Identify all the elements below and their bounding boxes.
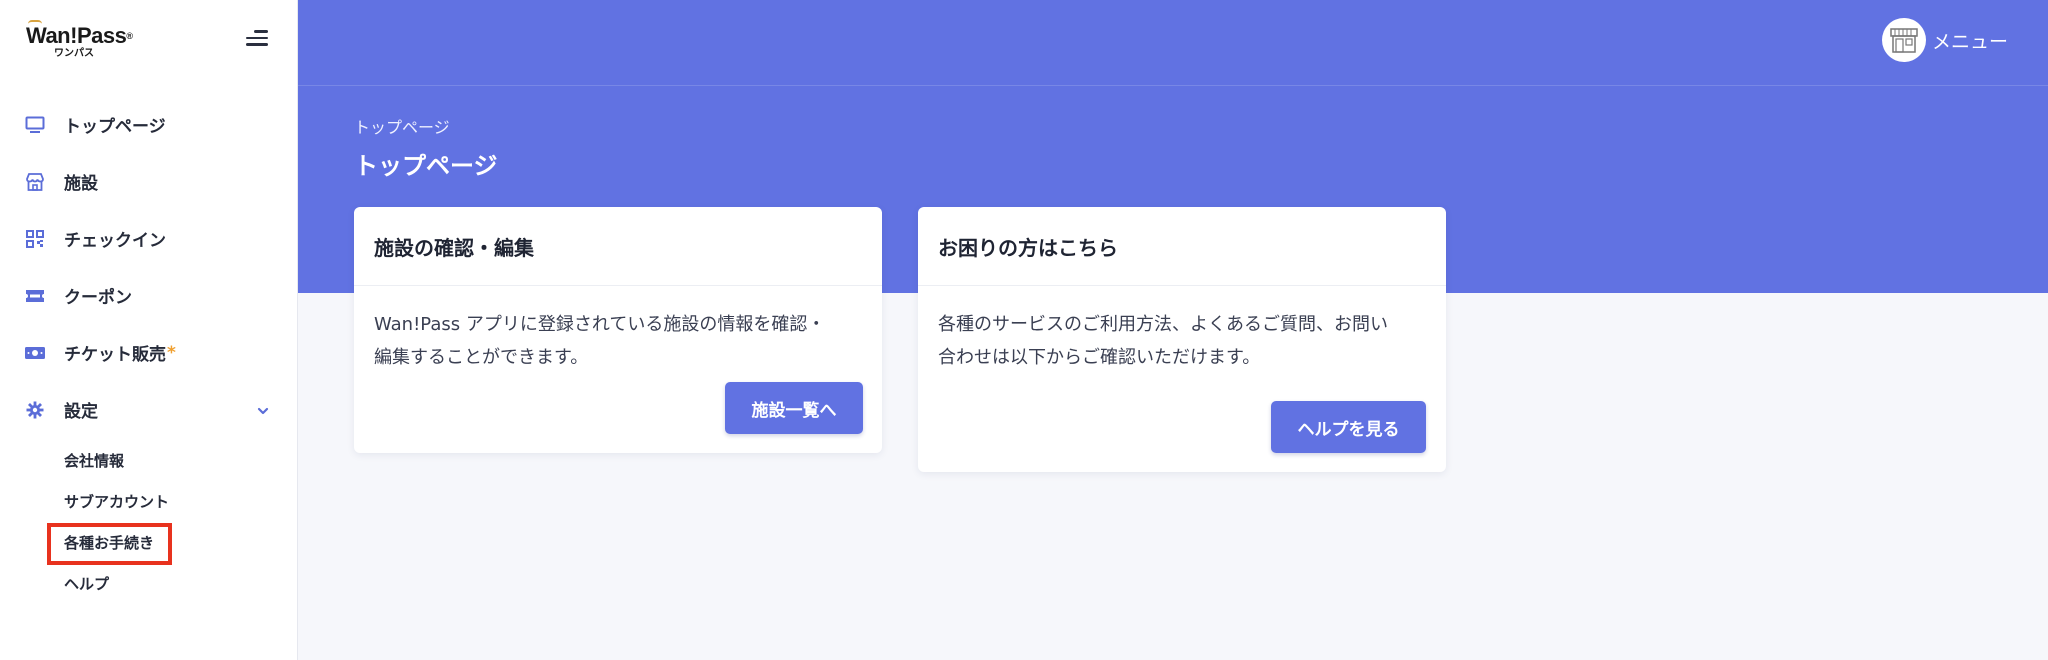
sub-item-label: サブアカウント	[64, 493, 170, 511]
sidebar-item-label: トップページ	[64, 117, 166, 137]
sub-item-procedures[interactable]: 各種お手続き	[47, 522, 298, 565]
app-root: Wan!Pass® ワンパス トップページ 施設 チェックイン クーポン チケッ…	[0, 0, 2048, 660]
facility-card: 施設の確認・編集 Wan!Pass アプリに登録されている施設の情報を確認・ 編…	[354, 207, 882, 453]
menu-label: メニュー	[1931, 30, 2008, 53]
card-text-line: Wan!Pass アプリに登録されている施設の情報を確認・	[374, 314, 826, 335]
card-text-line: 各種のサービスのご利用方法、よくあるご質問、お問い	[938, 314, 1388, 335]
sidebar: Wan!Pass® ワンパス トップページ 施設 チェックイン クーポン チケッ…	[0, 0, 298, 660]
facility-list-button[interactable]: 施設一覧へ	[725, 382, 863, 434]
new-badge: *	[167, 342, 176, 363]
main-content: メニュー トップページ トップページ 施設の確認・編集 Wan!Pass アプリ…	[298, 0, 2048, 660]
highlight-annotation-box	[47, 523, 172, 565]
sidebar-nav: トップページ 施設 チェックイン クーポン チケット販売 * 設定 会社情報 サ…	[0, 96, 298, 604]
sub-item-company-info[interactable]: 会社情報	[64, 440, 298, 481]
sidebar-item-facilities[interactable]: 施設	[0, 153, 298, 210]
sub-item-label: ヘルプ	[64, 575, 110, 593]
hamburger-menu-icon[interactable]	[246, 30, 270, 50]
card-text-line: 合わせは以下からご確認いただけます。	[938, 347, 1261, 368]
sidebar-item-checkin[interactable]: チェックイン	[0, 210, 298, 267]
sub-item-help[interactable]: ヘルプ	[64, 563, 298, 604]
page-title: トップページ	[354, 152, 498, 180]
sidebar-item-coupon[interactable]: クーポン	[0, 267, 298, 324]
topbar: メニュー	[298, 0, 2048, 86]
settings-submenu: 会社情報 サブアカウント 各種お手続き ヘルプ	[0, 440, 298, 604]
qr-code-icon	[24, 228, 46, 250]
store-icon	[24, 171, 46, 193]
monitor-icon	[24, 114, 46, 136]
card-text-line: 編集することができます。	[374, 347, 589, 368]
sidebar-item-label: チェックイン	[64, 231, 166, 251]
sub-item-sub-account[interactable]: サブアカウント	[64, 481, 298, 522]
logo-text: Wan!Pass	[26, 23, 127, 48]
gear-icon	[24, 399, 46, 421]
sidebar-item-label: 施設	[64, 174, 98, 194]
shop-avatar-icon	[1881, 18, 1926, 62]
breadcrumb[interactable]: トップページ	[354, 114, 450, 138]
ticket-icon	[24, 285, 46, 307]
money-icon	[24, 342, 46, 364]
user-menu-button[interactable]: メニュー	[1881, 18, 2008, 62]
sidebar-item-top-page[interactable]: トップページ	[0, 96, 298, 153]
card-body: Wan!Pass アプリに登録されている施設の情報を確認・ 編集することができま…	[354, 286, 882, 374]
chevron-down-icon[interactable]	[256, 403, 270, 417]
card-title: お困りの方はこちら	[918, 207, 1446, 286]
sidebar-item-label: クーポン	[64, 288, 132, 308]
sidebar-item-ticket-sales[interactable]: チケット販売 *	[0, 324, 298, 381]
card-title: 施設の確認・編集	[354, 207, 882, 286]
view-help-button[interactable]: ヘルプを見る	[1271, 401, 1426, 453]
card-body: 各種のサービスのご利用方法、よくあるご質問、お問い 合わせは以下からご確認いただ…	[918, 286, 1446, 374]
logo-mark	[28, 20, 42, 24]
sub-item-label: 会社情報	[64, 452, 125, 470]
logo[interactable]: Wan!Pass® ワンパス	[26, 20, 146, 64]
sidebar-item-label: チケット販売	[64, 345, 166, 365]
help-card: お困りの方はこちら 各種のサービスのご利用方法、よくあるご質問、お問い 合わせは…	[918, 207, 1446, 472]
logo-registered: ®	[126, 31, 133, 41]
sidebar-item-label: 設定	[64, 402, 98, 422]
logo-kana: ワンパス	[54, 48, 94, 59]
sidebar-item-settings[interactable]: 設定	[0, 381, 298, 438]
